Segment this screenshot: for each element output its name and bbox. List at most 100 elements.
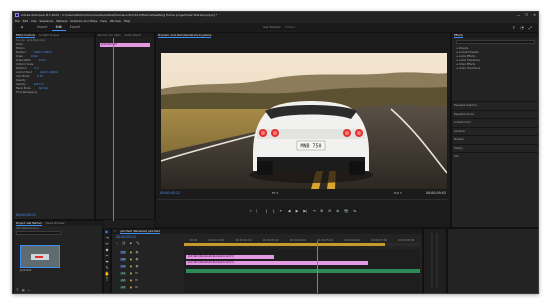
tab-import[interactable]: Import — [33, 24, 52, 31]
ec-property-value[interactable]: 100.0 % — [34, 83, 44, 86]
transport-button[interactable]: ⇤ — [280, 209, 283, 213]
menu-clip[interactable]: Clip — [31, 19, 36, 23]
track-label[interactable]: A1 — [120, 272, 127, 275]
transport-button[interactable]: ⊞ — [320, 209, 323, 213]
tab-audio-clip-mixer[interactable]: Audio Clip M — [125, 34, 141, 37]
tab-timeline-sequence[interactable]: pink-fwid (Rendered) pink-fwid — [120, 230, 160, 234]
track-eye-icon[interactable]: 👁 — [135, 258, 138, 261]
menu-help[interactable]: Help — [124, 19, 130, 23]
effects-section[interactable]: Libraries — [452, 126, 538, 136]
minimize-icon[interactable]: — — [517, 13, 520, 17]
program-fit[interactable]: Fit ▾ — [272, 191, 278, 195]
quick-export-icon[interactable]: ⇪ — [512, 25, 515, 30]
new-item-icon[interactable]: + — [28, 288, 31, 292]
ec-clip-bar[interactable]: pink-fwid.mp4 — [100, 43, 150, 47]
track-lock-icon[interactable]: 🔒 — [129, 272, 132, 275]
track-eye-icon[interactable]: 👁 — [135, 251, 138, 254]
transport-button[interactable]: ⧉ — [336, 209, 339, 213]
transport-button[interactable]: ⌖ — [250, 209, 252, 213]
tab-effects[interactable]: Effects — [454, 34, 463, 38]
transport-button[interactable]: ◀ — [288, 209, 291, 213]
transport-button[interactable]: ⇆ — [353, 209, 356, 213]
tab-media-browser[interactable]: Media Browser — [46, 222, 65, 225]
track-lock-icon[interactable]: 🔒 — [129, 251, 132, 254]
transport-button[interactable]: ⊟ — [328, 209, 331, 213]
progress-icon[interactable]: ◔ — [520, 25, 524, 30]
transport-button[interactable]: ▶| — [303, 209, 307, 213]
track-label[interactable]: A3 — [120, 286, 127, 289]
tab-export[interactable]: Export — [66, 24, 84, 31]
transport-button[interactable]: ⎸ — [257, 209, 261, 213]
effects-section[interactable]: Essential Sound — [452, 109, 538, 119]
track-lock-icon[interactable]: 🔒 — [129, 265, 132, 268]
track-lock-icon[interactable]: 🔒 — [129, 286, 132, 289]
track-mute-icon[interactable]: M — [135, 279, 137, 282]
fullscreen-icon[interactable]: ⤢ — [529, 25, 532, 30]
track-label[interactable]: V3 — [120, 251, 127, 254]
effects-section[interactable]: Lumetri Color — [452, 118, 538, 127]
menu-markers[interactable]: Markers — [56, 19, 67, 23]
clip-a1[interactable] — [186, 269, 420, 273]
menu-sequence[interactable]: Sequence — [39, 19, 53, 23]
program-video-frame[interactable]: MNB 750 — [161, 53, 447, 189]
tab-effect-controls[interactable]: Effect Controls — [16, 34, 36, 38]
linked-selection-icon[interactable]: ⛓ — [122, 241, 126, 245]
ec-property-value[interactable]: 1920.0 1080.0 — [34, 51, 52, 54]
timeline-playhead[interactable] — [317, 241, 318, 293]
transport-button[interactable]: ⇥ — [312, 209, 315, 213]
track-lock-icon[interactable]: 🔒 — [129, 258, 132, 261]
track-label[interactable]: A2 — [120, 279, 127, 282]
track-label[interactable]: V2 — [120, 258, 127, 261]
timeline-settings-icon[interactable]: 🔧 — [136, 241, 140, 245]
ec-timecode[interactable]: 00:00:05:12 — [16, 213, 36, 217]
effects-search-input[interactable] — [456, 40, 535, 44]
effects-section[interactable]: History — [452, 143, 538, 153]
menu-edit[interactable]: Edit — [23, 19, 28, 23]
ec-property-value[interactable]: 1920.0 1080.0 — [40, 71, 58, 74]
ec-property-value[interactable]: 100.0 — [39, 59, 46, 62]
track-eye-icon[interactable]: 👁 — [135, 265, 138, 268]
menu-window[interactable]: Window — [110, 19, 121, 23]
track-header[interactable]: A2 🔒 M — [112, 277, 184, 284]
tool-button[interactable]: T — [104, 277, 110, 283]
effects-section[interactable]: Markers — [452, 135, 538, 144]
menu-view[interactable]: View — [100, 19, 107, 23]
timeline-work-area[interactable] — [184, 243, 420, 246]
program-quality[interactable]: Full ▾ — [394, 191, 402, 195]
clip-v1[interactable]: pink-fwid (Rendered)-Rendered.mp4 [V] — [186, 261, 368, 265]
menu-file[interactable]: File — [15, 19, 20, 23]
project-search-input[interactable] — [16, 231, 61, 235]
tab-program[interactable]: Program: pink-fwid (Rendered) Anywhere — [158, 34, 212, 38]
program-scrub-bar[interactable] — [158, 199, 448, 200]
effects-section[interactable]: Info — [452, 152, 538, 161]
project-thumbnail[interactable] — [20, 245, 60, 268]
list-view-icon[interactable]: ☰ — [16, 288, 19, 292]
tab-edit[interactable]: Edit — [51, 24, 66, 31]
track-header[interactable]: V1 🔒 👁 — [112, 263, 184, 270]
effects-section[interactable]: Essential Graphics — [452, 101, 538, 110]
track-lock-icon[interactable]: 🔒 — [129, 279, 132, 282]
ec-property-value[interactable]: 100.0 — [31, 55, 38, 58]
clip-v2[interactable]: pink-fwid (Rendered)-Rendered.mp4 [V] — [186, 255, 274, 259]
close-icon[interactable]: ✕ — [533, 13, 536, 17]
tab-project[interactable]: Project: Get Started — [16, 222, 42, 226]
transport-button[interactable]: { — [265, 209, 267, 213]
transport-button[interactable]: } — [272, 209, 274, 213]
track-header[interactable]: V3 🔒 👁 — [112, 249, 184, 256]
track-header[interactable]: A1 🔒 M — [112, 270, 184, 277]
ec-property-row[interactable]: Time Remapping — [14, 90, 94, 94]
track-label[interactable]: V1 — [120, 265, 127, 268]
add-marker-icon[interactable]: ◆ — [130, 241, 132, 245]
timeline-timecode[interactable]: 00:00:05:12 — [116, 235, 136, 239]
track-header[interactable]: V2 🔒 👁 — [112, 256, 184, 263]
transport-button[interactable]: ▶ — [296, 209, 299, 213]
ec-property-value[interactable]: Normal — [39, 87, 48, 90]
tab-source[interactable]: Source: (no clips) — [98, 34, 121, 37]
track-header[interactable]: A3 🔒 M — [112, 284, 184, 291]
program-timecode[interactable]: 00:00:05:12 — [160, 191, 180, 195]
home-icon[interactable]: ⌂ — [21, 25, 25, 29]
icon-view-icon[interactable]: ▦ — [22, 288, 25, 292]
fit-value[interactable]: Fit — [272, 191, 276, 195]
snap-icon[interactable]: ⌁ — [116, 241, 118, 245]
track-mute-icon[interactable]: M — [135, 286, 137, 289]
